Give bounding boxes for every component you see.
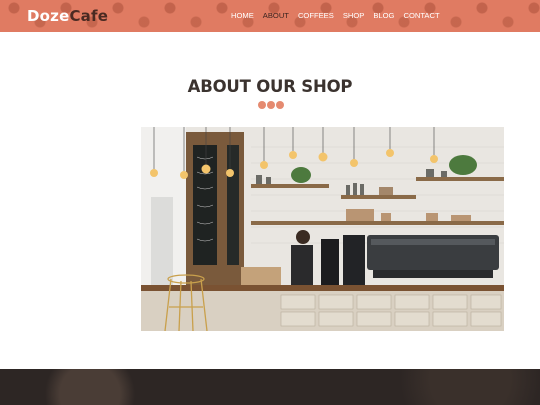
divider-dot xyxy=(258,101,266,109)
brand-logo[interactable]: DozeCafe xyxy=(27,7,108,25)
divider-dot xyxy=(267,101,275,109)
nav-home[interactable]: HOME xyxy=(231,11,254,20)
brand-logo-part1: Doze xyxy=(27,7,70,25)
nav-coffees[interactable]: COFFEES xyxy=(298,11,334,20)
nav-blog[interactable]: BLOG xyxy=(373,11,394,20)
brand-logo-part2: Cafe xyxy=(69,7,109,25)
shop-interior-photo xyxy=(141,127,504,331)
about-heading: ABOUT OUR SHOP xyxy=(187,77,353,96)
heading-divider-dots xyxy=(258,101,284,109)
nav-about[interactable]: ABOUT xyxy=(263,11,289,20)
navbar: DozeCafe HOME ABOUT COFFEES SHOP BLOG CO… xyxy=(0,0,540,32)
divider-dot xyxy=(276,101,284,109)
nav-shop[interactable]: SHOP xyxy=(343,11,365,20)
footer-background-band xyxy=(0,369,540,405)
nav-contact[interactable]: CONTACT xyxy=(403,11,439,20)
main-menu: HOME ABOUT COFFEES SHOP BLOG CONTACT xyxy=(231,11,449,20)
